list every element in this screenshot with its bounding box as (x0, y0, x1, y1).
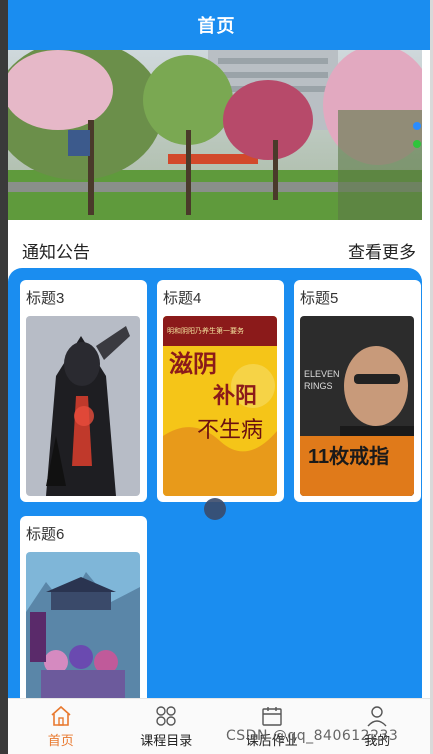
notice-card[interactable]: 标题4 明和阴阳乃养生第一要务 滋阴 补阳 不生病 (157, 280, 284, 502)
cover-title: 滋阴 (169, 349, 217, 378)
bottom-tab-bar: 首页 课程目录 课后作业 我的 (8, 698, 430, 754)
floating-drag-handle[interactable] (204, 498, 226, 520)
notice-card[interactable]: 标题6 (20, 516, 147, 708)
eleven-rings-cover: ELEVEN RINGS 11枚戒指 (300, 316, 414, 496)
home-icon (51, 705, 71, 726)
page-header: 首页 (0, 0, 433, 50)
tab-mine[interactable]: 我的 (325, 699, 431, 754)
cover-tagline: 明和阴阳乃养生第一要务 (167, 328, 244, 335)
dark-warrior-cover (26, 316, 140, 496)
tab-home[interactable]: 首页 (8, 699, 114, 754)
card-title: 标题3 (26, 290, 65, 307)
carousel-indicator[interactable] (413, 140, 421, 148)
cover-subtitle: 补阳 (213, 383, 258, 409)
calendar-icon (262, 707, 282, 726)
tab-label: 首页 (47, 733, 74, 748)
carousel-indicator-active[interactable] (413, 122, 421, 130)
user-icon (367, 706, 387, 727)
tab-homework[interactable]: 课后作业 (219, 699, 325, 754)
notice-section-header: 通知公告 查看更多 (8, 228, 422, 272)
cover-subtitle-2: 不生病 (197, 418, 264, 443)
watermark-text: CSDN @qq_840612233 (226, 728, 399, 744)
notice-card[interactable]: 标题3 (20, 280, 147, 502)
cover-english-title: ELEVEN RINGS (304, 369, 340, 391)
banner-image (8, 50, 422, 220)
notice-card[interactable]: 标题5 ELEVEN RINGS 11枚戒指 (294, 280, 421, 502)
page-title: 首页 (197, 16, 236, 36)
card-title: 标题4 (163, 290, 202, 307)
left-window-edge (0, 0, 8, 754)
card-title: 标题6 (26, 526, 65, 543)
cover-chinese-title: 11枚戒指 (308, 446, 390, 468)
banner-carousel[interactable] (8, 50, 422, 220)
tab-course-catalog[interactable]: 课程目录 (114, 699, 220, 754)
card-title: 标题5 (300, 290, 339, 307)
health-book-cover: 明和阴阳乃养生第一要务 滋阴 补阳 不生病 (163, 316, 277, 496)
notice-title: 通知公告 (22, 242, 90, 262)
tab-label: 课程目录 (140, 733, 193, 748)
grid-icon (156, 706, 176, 726)
view-more-link[interactable]: 查看更多 (348, 238, 416, 263)
fantasy-novel-cover (26, 552, 140, 708)
